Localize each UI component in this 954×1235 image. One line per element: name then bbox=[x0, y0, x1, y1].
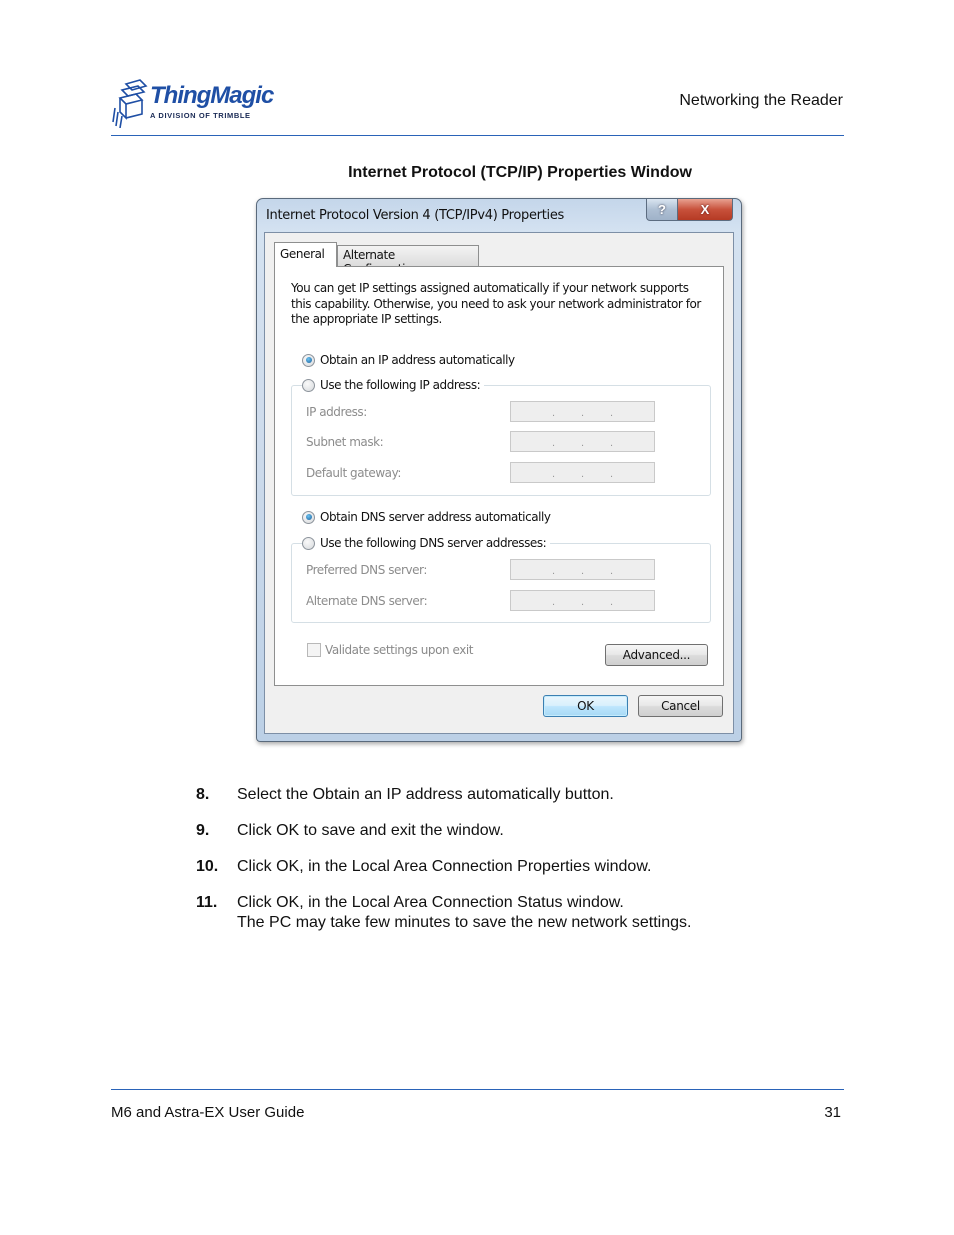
section-title: Networking the Reader bbox=[679, 92, 843, 109]
default-gateway-label: Default gateway: bbox=[306, 466, 401, 480]
radio-obtain-dns-auto[interactable]: Obtain DNS server address automatically bbox=[302, 510, 555, 524]
radio-button-unselected[interactable] bbox=[302, 536, 315, 550]
ip-address-input[interactable]: ... bbox=[510, 401, 655, 422]
radio-label: Use the following IP address: bbox=[320, 378, 481, 392]
ok-button[interactable]: OK bbox=[543, 695, 628, 717]
general-tab-panel: You can get IP settings assigned automat… bbox=[274, 266, 724, 686]
step-text: Click OK, in the Local Area Connection S… bbox=[237, 894, 624, 911]
validate-settings-checkbox[interactable] bbox=[307, 643, 321, 657]
close-button[interactable]: X bbox=[678, 199, 733, 221]
radio-button-unselected[interactable] bbox=[302, 378, 315, 392]
validate-settings-checkbox-row[interactable]: Validate settings upon exit bbox=[307, 643, 473, 657]
help-button[interactable]: ? bbox=[646, 199, 678, 221]
preferred-dns-label: Preferred DNS server: bbox=[306, 563, 427, 577]
step-number: 9. bbox=[196, 822, 210, 839]
tab-alternate-configuration[interactable]: Alternate Configuration bbox=[337, 245, 479, 276]
advanced-button[interactable]: Advanced... bbox=[605, 644, 708, 666]
step-number: 10. bbox=[196, 858, 219, 875]
dns-server-groupbox: Preferred DNS server: ... Alternate DNS … bbox=[291, 543, 711, 623]
step-number: 8. bbox=[196, 786, 210, 803]
intro-text: You can get IP settings assigned automat… bbox=[291, 281, 701, 326]
logo-brand-text: ThingMagic bbox=[150, 82, 274, 109]
thingmagic-logo: ThingMagic A DIVISION OF TRIMBLE bbox=[112, 78, 282, 130]
footer-divider bbox=[111, 1089, 844, 1090]
radio-button-selected[interactable] bbox=[302, 353, 315, 367]
dialog-title: Internet Protocol Version 4 (TCP/IPv4) P… bbox=[266, 208, 564, 223]
figure-caption: Internet Protocol (TCP/IP) Properties Wi… bbox=[348, 164, 692, 181]
step-number: 11. bbox=[196, 894, 218, 911]
step-text: Click OK to save and exit the window. bbox=[237, 822, 504, 839]
help-icon: ? bbox=[658, 202, 666, 217]
alternate-dns-label: Alternate DNS server: bbox=[306, 594, 428, 608]
validate-settings-label: Validate settings upon exit bbox=[325, 643, 473, 657]
ip-address-label: IP address: bbox=[306, 405, 367, 419]
radio-label: Obtain an IP address automatically bbox=[320, 353, 515, 367]
radio-use-following-ip[interactable]: Use the following IP address: bbox=[302, 378, 485, 392]
alternate-dns-input[interactable]: ... bbox=[510, 590, 655, 611]
radio-use-following-dns[interactable]: Use the following DNS server addresses: bbox=[302, 536, 551, 550]
subnet-mask-input[interactable]: ... bbox=[510, 431, 655, 452]
logo-tagline: A DIVISION OF TRIMBLE bbox=[150, 111, 251, 120]
tcpip-properties-dialog: Internet Protocol Version 4 (TCP/IPv4) P… bbox=[256, 198, 742, 742]
default-gateway-input[interactable]: ... bbox=[510, 462, 655, 483]
header-divider bbox=[111, 135, 844, 136]
subnet-mask-label: Subnet mask: bbox=[306, 435, 384, 449]
radio-obtain-ip-auto[interactable]: Obtain an IP address automatically bbox=[302, 353, 519, 367]
step-text: Select the Obtain an IP address automati… bbox=[237, 786, 614, 803]
tab-general[interactable]: General bbox=[274, 242, 337, 267]
step-text: Click OK, in the Local Area Connection P… bbox=[237, 858, 652, 875]
radio-button-selected[interactable] bbox=[302, 510, 315, 524]
reader-device-icon bbox=[112, 79, 148, 128]
preferred-dns-input[interactable]: ... bbox=[510, 559, 655, 580]
ip-address-groupbox: IP address: ... Subnet mask: ... Default… bbox=[291, 385, 711, 496]
dialog-client-area: General Alternate Configuration You can … bbox=[264, 232, 734, 734]
document-title: M6 and Astra-EX User Guide bbox=[111, 1104, 305, 1121]
radio-label: Obtain DNS server address automatically bbox=[320, 510, 551, 524]
step-note: The PC may take few minutes to save the … bbox=[237, 914, 692, 931]
close-icon: X bbox=[700, 202, 710, 217]
cancel-button[interactable]: Cancel bbox=[638, 695, 723, 717]
title-bar-buttons: ? X bbox=[646, 199, 733, 221]
radio-label: Use the following DNS server addresses: bbox=[320, 536, 547, 550]
page-number: 31 bbox=[824, 1104, 841, 1121]
